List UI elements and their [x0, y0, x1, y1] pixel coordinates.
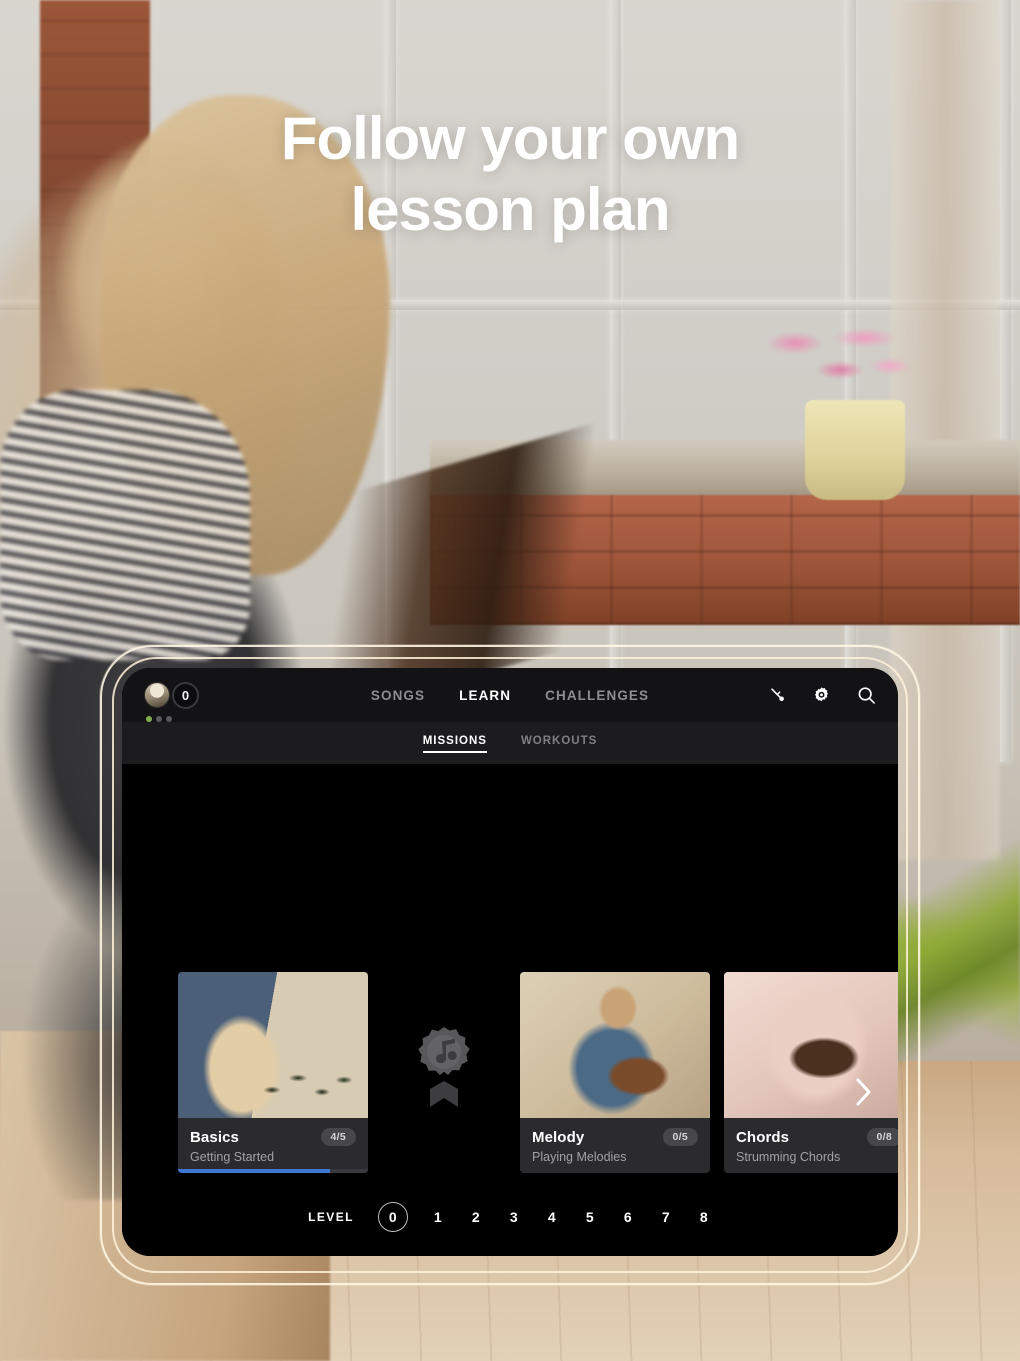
mission-card-photo	[178, 972, 368, 1118]
sub-tab-bar: MISSIONS WORKOUTS	[122, 722, 898, 764]
headline-line-1: Follow your own	[280, 105, 740, 172]
mission-subtitle: Playing Melodies	[532, 1150, 627, 1164]
mission-subtitle: Getting Started	[190, 1150, 275, 1164]
medal-slot	[368, 972, 520, 1162]
status-dots	[146, 715, 172, 722]
mission-card-melody[interactable]: Melody 0/5 Playing Melodies	[520, 972, 710, 1173]
mission-progress-badge: 4/5	[320, 1128, 356, 1146]
mission-card-photo	[520, 972, 710, 1118]
mission-progress-badge: 0/8	[866, 1128, 898, 1146]
mission-progress-badge: 0/5	[662, 1128, 698, 1146]
topbar-icon-group	[768, 686, 876, 705]
level-option-0[interactable]: 0	[377, 1202, 408, 1232]
mission-card-title-row: Chords 0/8	[736, 1128, 898, 1146]
mission-card-title-row: Melody 0/5	[532, 1128, 698, 1146]
status-dot-active	[146, 715, 152, 722]
mission-card-info: Melody 0/5 Playing Melodies	[520, 1118, 710, 1173]
headline-line-2: lesson plan	[350, 175, 670, 243]
status-dot	[156, 715, 162, 722]
nav-item-challenges[interactable]: CHALLENGES	[545, 688, 649, 703]
mission-card-basics[interactable]: Basics 4/5 Getting Started	[178, 972, 368, 1173]
mission-progress-fill	[178, 1169, 330, 1173]
mission-progress-bar	[178, 1169, 368, 1173]
level-option-4[interactable]: 4	[544, 1209, 560, 1225]
profile-cluster[interactable]: 0	[144, 681, 199, 722]
carousel-next-button[interactable]	[850, 1076, 876, 1112]
nav-item-songs[interactable]: SONGS	[371, 688, 425, 703]
mission-card-title-row: Basics 4/5	[190, 1128, 356, 1146]
level-option-3[interactable]: 3	[506, 1209, 522, 1225]
mission-card-info: Basics 4/5 Getting Started	[178, 1118, 368, 1173]
level-option-6[interactable]: 6	[620, 1209, 636, 1225]
app-topbar: 0 SONGS LEARN CHALLENGES	[122, 668, 898, 722]
level-option-5[interactable]: 5	[582, 1209, 598, 1225]
tab-workouts[interactable]: WORKOUTS	[521, 735, 597, 751]
avatar[interactable]	[144, 682, 170, 708]
mission-title: Chords	[736, 1128, 790, 1146]
gear-icon[interactable]	[812, 686, 831, 705]
level-option-1[interactable]: 1	[430, 1209, 446, 1225]
level-option-7[interactable]: 7	[658, 1209, 674, 1225]
level-label: LEVEL	[308, 1210, 354, 1224]
tuner-icon[interactable]	[768, 686, 786, 704]
background-flowers	[745, 308, 925, 418]
chevron-right-icon	[853, 1076, 873, 1113]
music-badge-medal-icon	[411, 1025, 477, 1109]
missions-carousel: Basics 4/5 Getting Started Melody 0/5 Pl…	[122, 972, 898, 1173]
tab-missions[interactable]: MISSIONS	[422, 735, 488, 753]
level-option-2[interactable]: 2	[468, 1209, 484, 1225]
mission-subtitle: Strumming Chords	[736, 1150, 841, 1164]
nav-item-learn[interactable]: LEARN	[459, 688, 511, 703]
status-dot	[166, 715, 172, 722]
page-headline: Follow your own lesson plan	[0, 104, 1020, 246]
mission-title: Basics	[190, 1128, 239, 1146]
search-icon[interactable]	[857, 686, 876, 705]
mission-card-info: Chords 0/8 Strumming Chords	[724, 1118, 898, 1173]
content-area: Basics 4/5 Getting Started Melody 0/5 Pl…	[122, 764, 898, 1256]
mission-title: Melody	[532, 1128, 585, 1146]
background-person-shirt	[0, 390, 250, 660]
level-option-8[interactable]: 8	[696, 1209, 712, 1225]
mission-card-chords[interactable]: Chords 0/8 Strumming Chords	[724, 972, 898, 1173]
coin-count-badge: 0	[172, 681, 199, 709]
level-selector: LEVEL 0 1 2 3 4 5 6 7 8	[122, 1202, 898, 1232]
tablet-screen: 0 SONGS LEARN CHALLENGES MISSIONS WORKOU…	[122, 668, 898, 1256]
